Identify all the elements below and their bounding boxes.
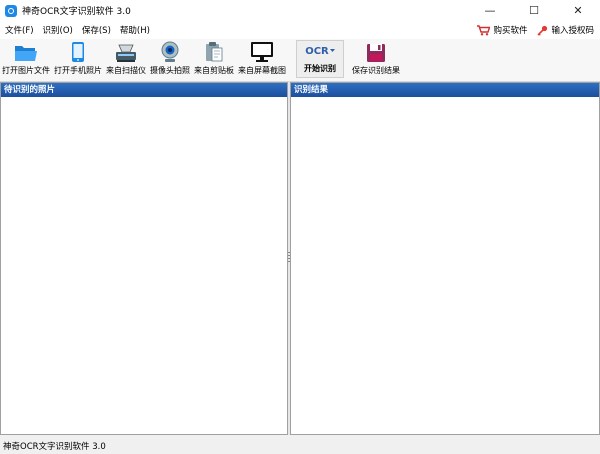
toolbar: 打开图片文件 打开手机照片 来自扫描仪 摄像头拍照 来自剪贴板 来自屏幕截图 O…: [0, 39, 600, 82]
clipboard-icon: [206, 42, 223, 62]
menu-recognize[interactable]: 识别(O): [38, 24, 77, 36]
camera-button[interactable]: 摄像头拍照: [148, 39, 192, 79]
buy-software-label: 购买软件: [493, 26, 528, 36]
camera-label: 摄像头拍照: [150, 66, 190, 75]
key-icon: [537, 25, 548, 36]
app-icon: [5, 4, 17, 17]
close-button[interactable]: ✕: [556, 0, 600, 21]
phone-icon: [72, 42, 84, 62]
open-image-button[interactable]: 打开图片文件: [0, 39, 52, 79]
window-controls: — ☐ ✕: [468, 0, 600, 21]
open-phone-label: 打开手机照片: [54, 66, 102, 75]
scanner-label: 来自扫描仪: [106, 66, 146, 75]
title-bar: 神奇OCR文字识别软件 3.0 — ☐ ✕: [0, 0, 600, 21]
menu-bar: 文件(F) 识别(O) 保存(S) 帮助(H) 购买软件 输入授权码: [0, 21, 600, 39]
folder-icon: [15, 46, 37, 61]
screenshot-label: 来自屏幕截图: [238, 66, 286, 75]
menu-save[interactable]: 保存(S): [77, 24, 115, 36]
minimize-button[interactable]: —: [468, 0, 512, 21]
maximize-button[interactable]: ☐: [512, 0, 556, 21]
image-panel-header: 待识别的照片: [1, 83, 287, 97]
dropdown-arrow-icon: [329, 49, 335, 52]
save-result-label: 保存识别结果: [352, 66, 400, 75]
start-ocr-label: 开始识别: [304, 64, 336, 73]
clipboard-button[interactable]: 来自剪贴板: [192, 39, 236, 79]
status-bar: 神奇OCR文字识别软件 3.0: [0, 437, 600, 454]
save-result-button[interactable]: 保存识别结果: [350, 39, 402, 79]
menu-help[interactable]: 帮助(H): [115, 24, 154, 36]
start-ocr-button[interactable]: OCR 开始识别: [296, 40, 344, 78]
window-title: 神奇OCR文字识别软件 3.0: [22, 7, 131, 17]
cart-icon: [477, 24, 491, 35]
scanner-button[interactable]: 来自扫描仪: [104, 39, 148, 79]
enter-license-link[interactable]: 输入授权码: [537, 24, 594, 36]
save-disk-icon: [367, 44, 385, 62]
result-panel-header: 识别结果: [291, 83, 599, 97]
status-text: 神奇OCR文字识别软件 3.0: [3, 441, 106, 452]
clipboard-label: 来自剪贴板: [194, 66, 234, 75]
menu-file[interactable]: 文件(F): [0, 24, 38, 36]
open-image-label: 打开图片文件: [2, 66, 50, 75]
screenshot-button[interactable]: 来自屏幕截图: [236, 39, 288, 79]
ocr-badge: OCR: [305, 45, 329, 57]
enter-license-label: 输入授权码: [551, 26, 594, 36]
scanner-icon: [116, 44, 136, 62]
buy-software-link[interactable]: 购买软件: [477, 24, 527, 36]
image-panel[interactable]: 待识别的照片: [0, 82, 288, 435]
monitor-icon: [251, 42, 273, 62]
result-panel[interactable]: 识别结果: [290, 82, 600, 435]
menu-right: 购买软件 输入授权码: [467, 21, 594, 39]
open-phone-button[interactable]: 打开手机照片: [52, 39, 104, 79]
webcam-icon: [161, 41, 179, 62]
